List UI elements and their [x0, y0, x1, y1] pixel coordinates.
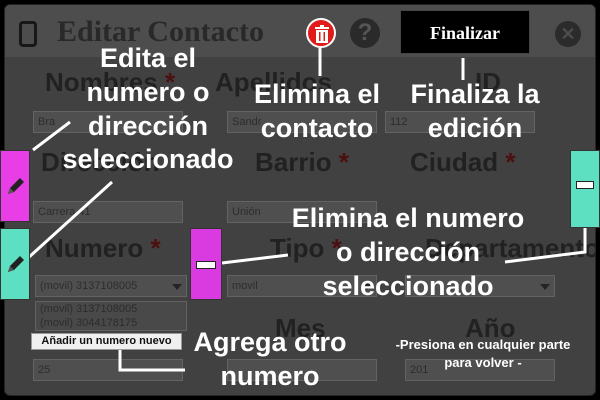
- trash-icon: [315, 25, 329, 43]
- remove-address-button[interactable]: [570, 150, 600, 228]
- add-number-button[interactable]: Añadir un numero nuevo: [31, 333, 182, 350]
- callout-finalize: Finaliza la edición: [410, 79, 540, 143]
- callout-dismiss: -Presiona en cualquier parte para volver…: [395, 337, 571, 370]
- callout-add: Agrega otro numero: [193, 327, 347, 391]
- pencil-icon: [8, 178, 24, 194]
- help-overlay[interactable]: ? Finalizar Añadir un numero nuevo Edita…: [0, 0, 600, 400]
- finalize-button[interactable]: Finalizar: [400, 10, 530, 54]
- edit-number-button[interactable]: [0, 228, 30, 300]
- minus-icon: [196, 261, 216, 269]
- question-icon[interactable]: ?: [350, 18, 380, 48]
- callout-delete-contact: Elimina el contacto: [253, 79, 381, 143]
- pencil-icon: [8, 256, 24, 272]
- edit-address-button[interactable]: [0, 150, 30, 222]
- minus-icon: [576, 181, 594, 189]
- remove-number-pointer: [221, 253, 289, 265]
- edit-number-pointer: [26, 180, 114, 260]
- delete-contact-button[interactable]: [306, 18, 336, 48]
- add-number-pointer: [118, 350, 185, 372]
- callout-edit: Edita el numero o dirección seleccionado: [62, 43, 234, 175]
- callout-remove: Elimina el numero o dirección selecciona…: [291, 203, 525, 301]
- remove-number-button[interactable]: [190, 228, 222, 300]
